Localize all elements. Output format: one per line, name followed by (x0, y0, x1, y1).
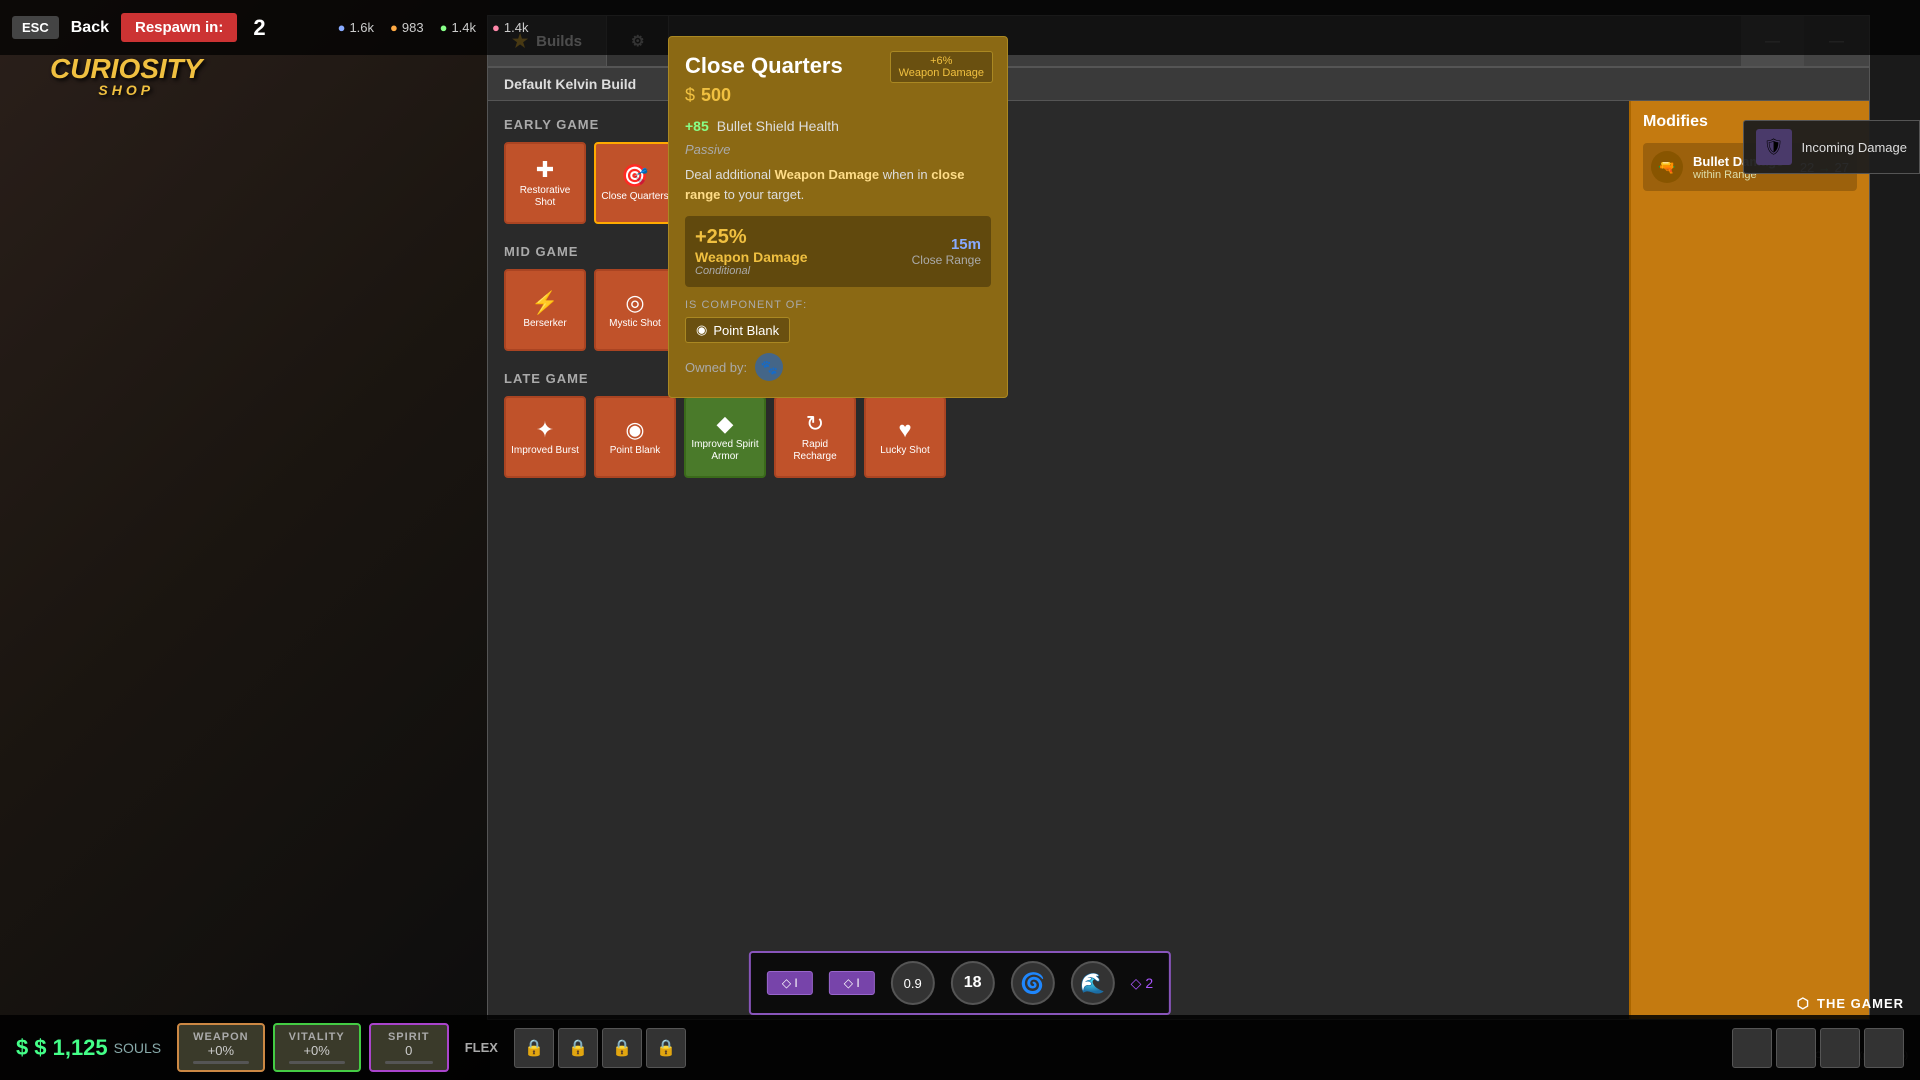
character-background (0, 0, 490, 1080)
ability-slots (1732, 1028, 1904, 1068)
component-tag[interactable]: ◉ Point Blank (685, 317, 790, 343)
bonus-range: 15m Close Range (912, 236, 981, 267)
item-improved-spirit-armor[interactable]: ◆ Improved Spirit Armor (684, 396, 766, 478)
component-of-label: IS COMPONENT OF: (685, 299, 991, 311)
tooltip-description: Deal additional Weapon Damage when in cl… (685, 165, 991, 204)
item-berserker[interactable]: ⚡ Berserker (504, 269, 586, 351)
close-quarters-icon: 🎯 (621, 163, 648, 189)
improved-spirit-armor-icon: ◆ (717, 411, 734, 437)
flex-slot-1[interactable]: 🔒 (514, 1028, 554, 1068)
item-close-quarters[interactable]: 🎯 Close Quarters (594, 142, 676, 224)
resource-2: ● 983 (390, 20, 424, 35)
spirit-bar (385, 1061, 433, 1064)
bonus-left: +25% Weapon Damage Conditional (695, 226, 808, 277)
lock-icon-3: 🔒 (612, 1038, 632, 1058)
rapid-recharge-icon: ↻ (806, 411, 824, 437)
incoming-damage-panel: 🛡 Incoming Damage (1743, 120, 1920, 174)
builds-section: Early Game ✚ Restorative Shot 🎯 Close Qu… (488, 101, 1629, 1019)
lock-icon-4: 🔒 (656, 1038, 676, 1058)
esc-button[interactable]: ESC (12, 16, 59, 39)
tooltip-passive: Passive (685, 142, 991, 157)
incoming-thumbnail: 🛡 (1756, 129, 1792, 165)
flex-slot-2[interactable]: 🔒 (558, 1028, 598, 1068)
souls-label: SOULS (114, 1040, 161, 1056)
flex-label: FLEX (465, 1040, 498, 1055)
point-blank-icon: ◉ (625, 417, 644, 443)
spirit-stat-box[interactable]: SPIRIT 0 (369, 1023, 449, 1072)
content-area: Early Game ✚ Restorative Shot 🎯 Close Qu… (488, 101, 1869, 1019)
tooltip-panel: +6% Weapon Damage Close Quarters $ 500 +… (668, 101, 1008, 398)
tooltip-cost: $ 500 (685, 101, 991, 106)
stat-boxes: WEAPON +0% VITALITY +0% SPIRIT 0 (177, 1023, 449, 1072)
item-rapid-recharge[interactable]: ↻ Rapid Recharge (774, 396, 856, 478)
owner-avatar: 🐾 (755, 353, 783, 381)
flex-slot-4[interactable]: 🔒 (646, 1028, 686, 1068)
tooltip-desc-bold1: Weapon Damage (775, 167, 880, 182)
lock-icon-1: 🔒 (524, 1038, 544, 1058)
owned-row: Owned by: 🐾 (685, 353, 991, 381)
weapon-bar (193, 1061, 249, 1064)
mini-hud: ◇ I ◇ I 0.9 18 🌀 🌊 ◇ 2 (749, 951, 1171, 1015)
resource-1: ● 1.6k (338, 20, 374, 35)
souls-icon: $ (16, 1035, 28, 1061)
bottom-hud: $ $ 1,125 SOULS WEAPON +0% VITALITY +0% … (0, 1015, 1920, 1080)
item-improved-burst[interactable]: ✦ Improved Burst (504, 396, 586, 478)
mini-icon-level: 18 (951, 961, 995, 1005)
respawn-box: Respawn in: (121, 13, 237, 42)
mini-icon-ability2: 🌊 (1071, 961, 1115, 1005)
incoming-label: Incoming Damage (1802, 140, 1908, 155)
main-panel: ★ Builds ⚙ — — Default Kelvin Build Earl… (487, 15, 1870, 1020)
component-section: IS COMPONENT OF: ◉ Point Blank (685, 299, 991, 343)
ability-slot-3[interactable] (1820, 1028, 1860, 1068)
component-icon: ◉ (696, 322, 707, 338)
mystic-shot-icon: ◎ (625, 290, 644, 316)
flex-slots: 🔒 🔒 🔒 🔒 (514, 1028, 686, 1068)
late-game-items: ✦ Improved Burst ◉ Point Blank ◆ Improve… (504, 396, 1613, 478)
mini-icon-timer: 0.9 (891, 961, 935, 1005)
back-button[interactable]: Back (71, 19, 109, 37)
berserker-icon: ⚡ (531, 290, 558, 316)
resource-4: ● 1.4k (492, 20, 528, 35)
vitality-stat-box[interactable]: VITALITY +0% (273, 1023, 361, 1072)
restorative-shot-icon: ✚ (536, 157, 554, 183)
ability-slot-1[interactable] (1732, 1028, 1772, 1068)
souls-value: $ 1,125 (34, 1035, 107, 1061)
souls-display: $ $ 1,125 SOULS (16, 1035, 161, 1061)
mini-btn-2[interactable]: ◇ I (829, 971, 875, 995)
branding: ⬡ THE GAMER (1797, 995, 1904, 1012)
item-lucky-shot[interactable]: ♥ Lucky Shot (864, 396, 946, 478)
modifier-icon: 🔫 (1651, 151, 1683, 183)
item-point-blank[interactable]: ◉ Point Blank (594, 396, 676, 478)
improved-burst-icon: ✦ (536, 417, 554, 443)
gem-counter: ◇ 2 (1131, 975, 1153, 992)
item-restorative-shot[interactable]: ✚ Restorative Shot (504, 142, 586, 224)
tooltip-stat-row: +85 Bullet Shield Health (685, 118, 991, 134)
tooltip-bonus-box: +25% Weapon Damage Conditional 15m Close… (685, 216, 991, 287)
item-mystic-shot[interactable]: ◎ Mystic Shot (594, 269, 676, 351)
resource-3: ● 1.4k (440, 20, 476, 35)
ability-slot-2[interactable] (1776, 1028, 1816, 1068)
weapon-stat-box[interactable]: WEAPON +0% (177, 1023, 265, 1072)
mini-btn-1[interactable]: ◇ I (767, 971, 813, 995)
vitality-bar (289, 1061, 345, 1064)
brand-logo: ⬡ (1797, 995, 1811, 1012)
modifiers-panel: Modifies 🔫 Bullet Damage within Range 22… (1629, 101, 1869, 1019)
lucky-shot-icon: ♥ (898, 417, 911, 443)
brand-name: THE GAMER (1817, 996, 1904, 1011)
lock-icon-2: 🔒 (568, 1038, 588, 1058)
respawn-countdown: 2 (253, 15, 265, 41)
ability-slot-4[interactable] (1864, 1028, 1904, 1068)
shop-logo: CURIOSITY SHOP (50, 55, 202, 97)
flex-slot-3[interactable]: 🔒 (602, 1028, 642, 1068)
mini-icon-ability: 🌀 (1011, 961, 1055, 1005)
component-name: Point Blank (713, 323, 779, 338)
